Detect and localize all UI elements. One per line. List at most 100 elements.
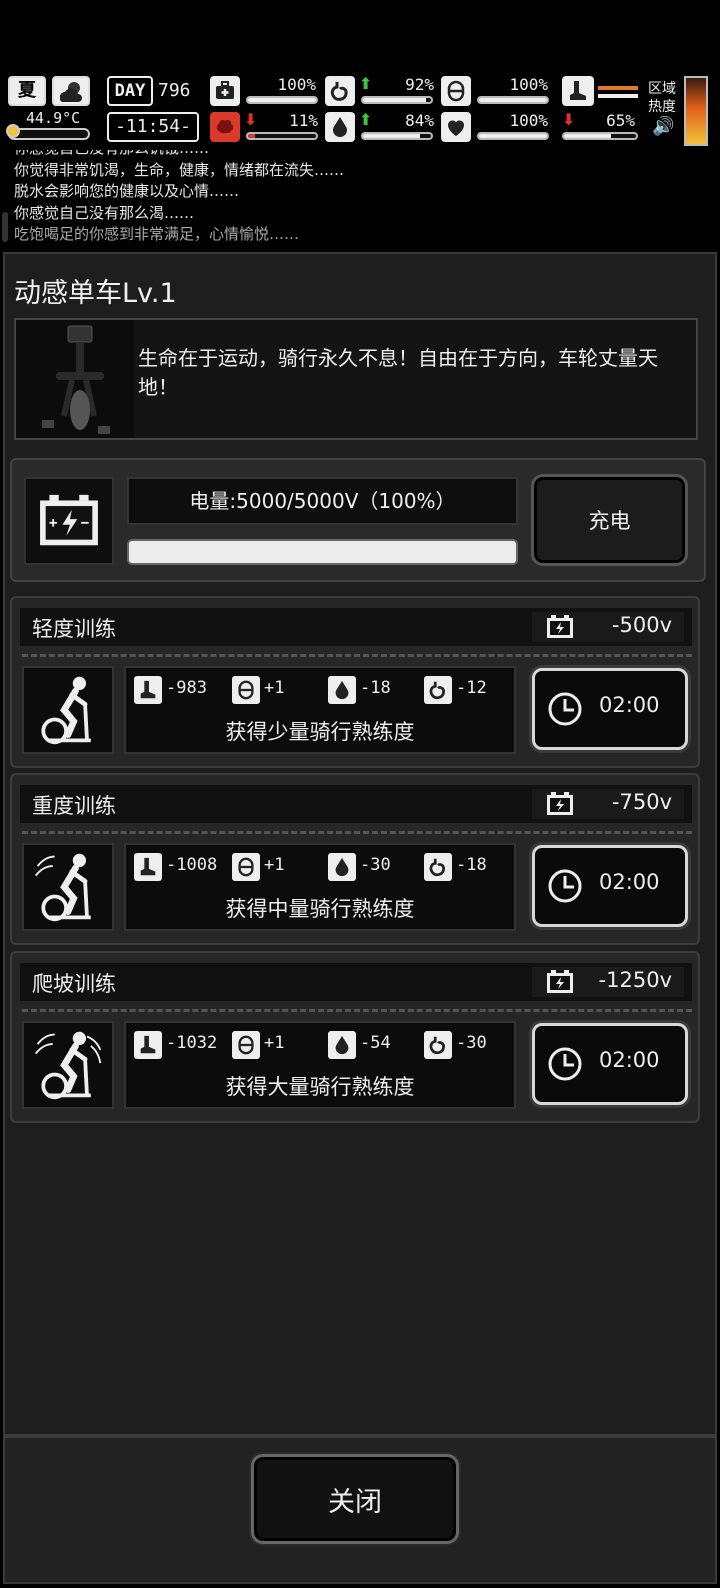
clock-icon [547, 1046, 583, 1082]
message-scrollbar[interactable] [2, 212, 8, 242]
training-effects: -983 +1 -18 -12 获得少量骑行熟练度 [124, 666, 516, 754]
effect-satiety-value: -12 [456, 678, 487, 698]
message-line: 脱水会影响您的健康以及心情…… [14, 182, 240, 200]
stamina-stripe [598, 94, 638, 98]
brain-icon [210, 112, 240, 142]
item-description: 生命在于运动，骑行永久不息！自由在于方向，车轮丈量天地！ [138, 346, 658, 399]
stamina-value: 65% [606, 111, 635, 130]
page-title: 动感单车Lv.1 [14, 278, 177, 309]
training-effects: -1008 +1 -30 -18 获得中量骑行熟练度 [124, 843, 516, 931]
energy-bar [477, 96, 549, 104]
training-header: 爬坡训练 -1250v [20, 963, 692, 1001]
training-effects: -1032 +1 -54 -30 获得大量骑行熟练度 [124, 1021, 516, 1109]
mood-bar [477, 132, 549, 140]
message-line: 你感觉自己没有那么渴…… [14, 203, 195, 222]
training-gain: 获得少量骑行熟练度 [225, 720, 415, 744]
power-cost-value: -1250v [598, 968, 672, 992]
energy-capsule-icon [232, 853, 260, 881]
power-bar [127, 539, 518, 565]
stamina-bar [562, 132, 638, 140]
energy-capsule-icon [441, 76, 471, 106]
effect-satiety-value: -30 [456, 1033, 487, 1053]
medkit-icon [210, 76, 240, 106]
training-card: 轻度训练 -500v -983 +1 -18 -12 获得少量骑行熟练度 02:00 [10, 596, 700, 768]
close-button[interactable]: 关闭 [251, 1454, 459, 1544]
training-duration: 02:00 [599, 693, 660, 717]
effect-hydration-value: -54 [360, 1033, 391, 1053]
stomach-icon [325, 76, 355, 106]
foot-icon [134, 676, 162, 704]
effect-stamina-value: -983 [166, 678, 207, 698]
stamina-stripe [598, 86, 638, 90]
status-hud: 夏 44.9°C DAY 796 -11:54- 100% ⬆ 92% 100%… [0, 72, 720, 154]
start-training-button[interactable]: 02:00 [532, 1023, 688, 1105]
energy-capsule-icon [232, 676, 260, 704]
stomach-icon [424, 1031, 452, 1059]
training-name: 重度训练 [32, 794, 116, 818]
power-cost-value: -500v [611, 613, 672, 637]
foot-icon [134, 853, 162, 881]
game-clock: -11:54- [107, 112, 199, 142]
foot-icon [134, 1031, 162, 1059]
day-counter: 796 [158, 80, 191, 101]
start-training-button[interactable]: 02:00 [532, 668, 688, 750]
divider [22, 831, 692, 834]
training-duration: 02:00 [599, 870, 660, 894]
day-label: DAY [107, 76, 153, 106]
power-cost: -500v [532, 612, 684, 642]
temperature-readout: 44.9°C [26, 109, 81, 127]
training-card: 重度训练 -750v -1008 +1 -30 -18 获得中量骑行熟练度 02:00 [10, 773, 700, 945]
effect-satiety-value: -18 [456, 855, 487, 875]
satiety-bar [361, 96, 433, 104]
season-badge: 夏 [8, 76, 46, 106]
health-bar [246, 96, 318, 104]
divider [22, 1009, 692, 1012]
cycling-rider-icon [22, 1021, 114, 1109]
satiety-value: 92% [405, 75, 434, 94]
energy-capsule-icon [232, 1031, 260, 1059]
region-heat-label: 区域热度 [648, 81, 676, 115]
foot-icon [562, 76, 594, 106]
clock-icon [547, 868, 583, 904]
effect-energy-value: +1 [264, 678, 285, 698]
water-drop-icon [328, 676, 356, 704]
start-training-button[interactable]: 02:00 [532, 845, 688, 927]
battery-icon [24, 477, 114, 565]
charge-button[interactable]: 充电 [531, 474, 688, 566]
power-readout: 电量:5000/5000V（100%） [127, 477, 518, 525]
water-drop-icon [328, 853, 356, 881]
power-cost: -750v [532, 789, 684, 819]
water-drop-icon [325, 112, 355, 142]
effect-hydration-value: -18 [360, 678, 391, 698]
training-name: 轻度训练 [32, 617, 116, 641]
exercise-bike-image [16, 320, 134, 438]
battery-icon [546, 792, 574, 816]
clock-icon [547, 691, 583, 727]
effect-stamina-value: -1008 [166, 855, 218, 875]
training-header: 轻度训练 -500v [20, 608, 692, 646]
speaker-icon[interactable]: 🔊 [652, 116, 674, 137]
stomach-icon [424, 853, 452, 881]
water-drop-icon [328, 1031, 356, 1059]
training-name: 爬坡训练 [32, 972, 116, 996]
training-duration: 02:00 [599, 1048, 660, 1072]
mood-value: 100% [509, 111, 548, 130]
message-line: 你感觉自己没有那么饥饿…… [14, 150, 704, 160]
message-line: 你觉得非常饥渴，生命，健康，情绪都在流失…… [14, 160, 345, 179]
message-line: 吃饱喝足的你感到非常满足，心情愉悦…… [14, 225, 300, 243]
mental-value: 11% [289, 111, 318, 130]
health-value: 100% [277, 75, 316, 94]
effect-hydration-value: -30 [360, 855, 391, 875]
hydration-bar [361, 132, 433, 140]
power-cost: -1250v [532, 967, 684, 997]
power-cost-value: -750v [611, 790, 672, 814]
thermometer-icon [6, 124, 90, 140]
hydration-value: 84% [405, 111, 434, 130]
stomach-icon [424, 676, 452, 704]
energy-value: 100% [509, 75, 548, 94]
heart-icon [441, 112, 471, 142]
message-log[interactable]: 你感觉自己没有那么饥饿…… 你觉得非常饥渴，生命，健康，情绪都在流失…… 脱水会… [14, 150, 704, 250]
divider [22, 654, 692, 657]
training-gain: 获得中量骑行熟练度 [225, 897, 415, 921]
effect-energy-value: +1 [264, 855, 285, 875]
